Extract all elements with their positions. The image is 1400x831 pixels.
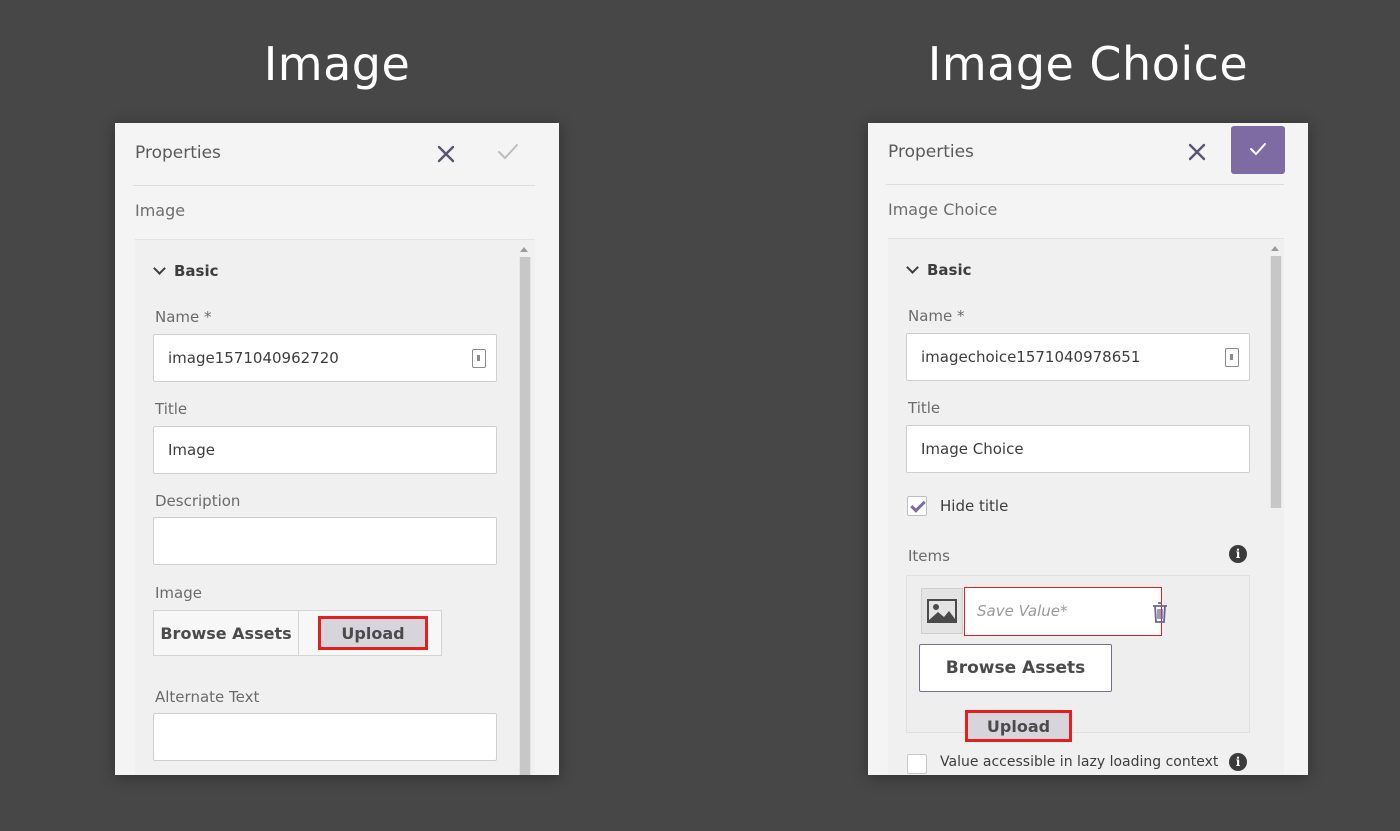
picture-icon [927,599,957,623]
properties-panel-image-choice: Properties Image Choice Basic Name * ima… [868,123,1308,775]
trash-icon[interactable] [1150,600,1170,624]
lazy-loading-label: Value accessible in lazy loading context [940,754,1219,770]
done-button[interactable] [1231,126,1285,174]
image-label: Image [155,584,202,602]
upload-button[interactable]: Upload [318,616,428,650]
hide-title-label: Hide title [940,497,1009,515]
title-value: Image Choice [921,440,1024,458]
title-field[interactable]: Image [153,426,497,474]
title-value: Image [168,441,215,459]
properties-title: Properties [888,142,974,162]
items-label: Items [908,547,950,565]
lazy-loading-checkbox[interactable] [907,754,927,774]
chevron-down-icon [153,262,166,275]
name-value: image1571040962720 [168,349,339,367]
description-field[interactable] [153,517,497,565]
image-placeholder-icon[interactable] [921,588,963,634]
header-divider [133,185,535,186]
component-type-label: Image Choice [888,200,998,219]
description-label: Description [155,492,241,510]
scrollbar-thumb[interactable] [520,257,530,775]
browse-assets-button[interactable]: Browse Assets [919,644,1112,692]
hide-title-checkbox[interactable] [907,496,927,516]
close-icon[interactable] [1182,137,1212,167]
section-basic[interactable]: Basic [153,262,219,280]
upload-button[interactable]: Upload [965,710,1072,742]
info-icon[interactable]: i [1229,753,1247,771]
chevron-down-icon [906,261,919,274]
properties-panel-image: Properties Image Basic Name * image15710… [115,123,559,775]
properties-scroll-area: Basic Name * image1571040962720 Title Im… [135,239,535,775]
name-value: imagechoice1571040978651 [921,348,1141,366]
header-divider [886,184,1284,185]
items-list: Save Value* Browse Assets Upload [906,575,1250,742]
check-icon [1250,143,1266,156]
alternate-text-label: Alternate Text [155,688,260,706]
info-icon[interactable]: i [1229,545,1247,563]
scrollbar-thumb[interactable] [1271,256,1281,508]
bind-ref-icon[interactable] [472,349,486,368]
heading-image-choice: Image Choice [927,37,1249,91]
properties-scroll-area: Basic Name * imagechoice1571040978651 Ti… [888,238,1284,775]
name-field[interactable]: image1571040962720 [153,334,497,382]
name-label: Name * [155,308,212,326]
title-label: Title [155,400,188,418]
close-icon[interactable] [431,139,461,169]
save-value-input[interactable]: Save Value* [964,587,1162,636]
heading-image: Image [263,37,411,91]
section-basic[interactable]: Basic [906,261,972,279]
scrollbar[interactable] [519,257,531,775]
scroll-up-arrow-icon[interactable] [1271,246,1279,251]
title-field[interactable]: Image Choice [906,425,1250,473]
component-type-label: Image [135,201,186,220]
alternate-text-field[interactable] [153,713,497,761]
bind-ref-icon[interactable] [1225,348,1239,367]
done-check-icon[interactable] [493,137,523,167]
name-field[interactable]: imagechoice1571040978651 [906,333,1250,381]
scrollbar[interactable] [1270,256,1282,508]
scroll-up-arrow-icon[interactable] [520,247,528,252]
properties-title: Properties [135,143,221,163]
title-label: Title [908,399,941,417]
name-label: Name * [908,307,965,325]
browse-assets-button[interactable]: Browse Assets [153,610,299,656]
